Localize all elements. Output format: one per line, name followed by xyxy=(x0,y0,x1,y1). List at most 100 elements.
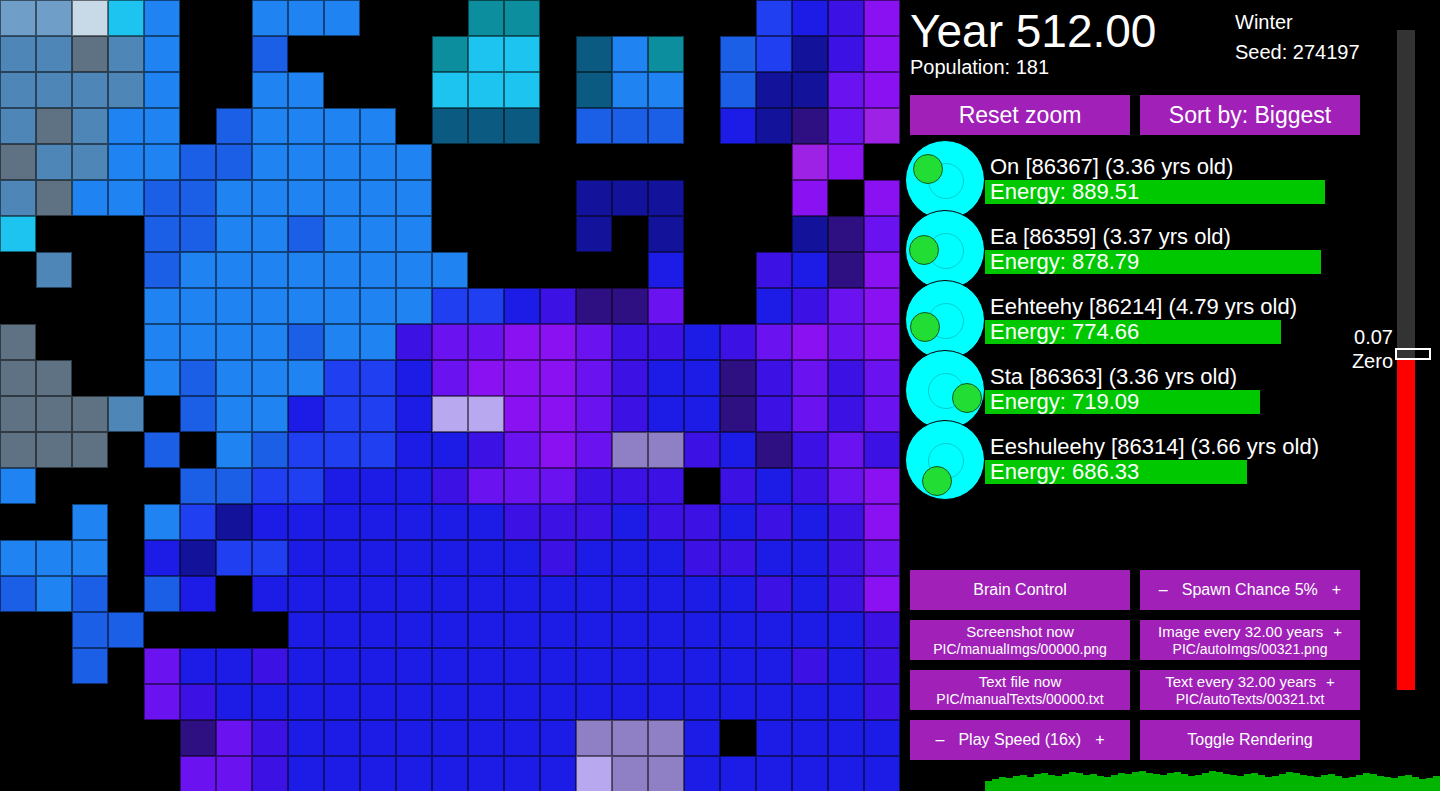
plus-button[interactable]: + xyxy=(1333,623,1342,641)
creature-row[interactable]: Eeshuleehy [86314] (3.66 yrs old)Energy:… xyxy=(910,420,1385,490)
creature-body-icon xyxy=(905,350,985,430)
land-tile xyxy=(0,108,36,144)
land-tile xyxy=(828,288,864,324)
minus-button[interactable]: – xyxy=(1159,580,1168,600)
water-tile xyxy=(72,684,108,720)
graph-bar xyxy=(1202,773,1209,791)
water-tile xyxy=(108,684,144,720)
land-tile xyxy=(360,396,396,432)
land-tile xyxy=(792,720,828,756)
land-tile xyxy=(252,396,288,432)
control-button[interactable]: –Spawn Chance 5%+ xyxy=(1140,570,1360,610)
water-tile xyxy=(684,288,720,324)
world-map[interactable] xyxy=(0,0,900,791)
water-tile xyxy=(36,612,72,648)
plus-button[interactable]: + xyxy=(1326,673,1335,691)
land-tile xyxy=(324,324,360,360)
land-tile xyxy=(792,396,828,432)
land-tile xyxy=(36,108,72,144)
land-tile xyxy=(0,0,36,36)
water-tile xyxy=(144,468,180,504)
land-tile xyxy=(612,684,648,720)
energy-label: Energy: 686.33 xyxy=(985,460,1385,484)
land-tile xyxy=(504,72,540,108)
water-tile xyxy=(684,180,720,216)
land-tile xyxy=(576,72,612,108)
gauge-track: 0.07Zero xyxy=(1397,30,1415,690)
water-tile xyxy=(108,576,144,612)
water-tile xyxy=(36,288,72,324)
land-tile xyxy=(324,684,360,720)
land-tile xyxy=(612,540,648,576)
land-tile xyxy=(720,756,756,791)
land-tile xyxy=(252,216,288,252)
water-tile xyxy=(72,216,108,252)
land-tile xyxy=(216,396,252,432)
land-tile xyxy=(612,72,648,108)
land-tile xyxy=(576,684,612,720)
plus-button[interactable]: + xyxy=(1332,580,1341,600)
land-tile xyxy=(828,684,864,720)
minus-button[interactable]: – xyxy=(936,730,945,750)
land-tile xyxy=(36,36,72,72)
gauge-marker-icon[interactable] xyxy=(1395,348,1431,360)
land-tile xyxy=(576,612,612,648)
land-tile xyxy=(288,180,324,216)
land-tile xyxy=(864,468,900,504)
land-tile xyxy=(216,144,252,180)
land-tile xyxy=(576,396,612,432)
control-button[interactable]: Text every 32.00 years+PIC/autoTexts/003… xyxy=(1140,670,1360,710)
creature-row[interactable]: On [86367] (3.36 yrs old)Energy: 889.51 xyxy=(910,140,1385,210)
water-tile xyxy=(720,0,756,36)
land-tile xyxy=(576,468,612,504)
land-tile xyxy=(468,288,504,324)
land-tile xyxy=(648,252,684,288)
land-tile xyxy=(540,468,576,504)
reset-zoom-button[interactable]: Reset zoom xyxy=(910,95,1130,135)
creature-row[interactable]: Eehteehy [86214] (4.79 yrs old)Energy: 7… xyxy=(910,280,1385,350)
land-tile xyxy=(612,360,648,396)
land-tile xyxy=(216,216,252,252)
water-tile xyxy=(108,252,144,288)
land-tile xyxy=(648,648,684,684)
land-tile xyxy=(684,684,720,720)
control-button[interactable]: Image every 32.00 years+PIC/autoImgs/003… xyxy=(1140,620,1360,660)
land-tile xyxy=(396,288,432,324)
land-tile xyxy=(252,288,288,324)
water-tile xyxy=(540,180,576,216)
graph-bar xyxy=(1300,775,1307,791)
land-tile xyxy=(612,720,648,756)
water-tile xyxy=(540,36,576,72)
water-tile xyxy=(432,180,468,216)
land-tile xyxy=(612,324,648,360)
water-tile xyxy=(72,468,108,504)
water-tile xyxy=(540,72,576,108)
control-button[interactable]: Toggle Rendering xyxy=(1140,720,1360,760)
land-tile xyxy=(108,180,144,216)
plus-button[interactable]: + xyxy=(1095,730,1104,750)
control-button[interactable]: Text file nowPIC/manualTexts/00000.txt xyxy=(910,670,1130,710)
land-tile xyxy=(180,540,216,576)
land-tile xyxy=(180,720,216,756)
creature-row[interactable]: Ea [86359] (3.37 yrs old)Energy: 878.79 xyxy=(910,210,1385,280)
land-tile xyxy=(792,504,828,540)
graph-bar xyxy=(1153,774,1160,791)
water-tile xyxy=(324,36,360,72)
land-tile xyxy=(504,684,540,720)
sort-button[interactable]: Sort by: Biggest xyxy=(1140,95,1360,135)
control-button[interactable]: Screenshot nowPIC/manualImgs/00000.png xyxy=(910,620,1130,660)
water-tile xyxy=(0,252,36,288)
water-tile xyxy=(108,288,144,324)
creature-info: Eeshuleehy [86314] (3.66 yrs old)Energy:… xyxy=(985,420,1385,490)
land-tile xyxy=(252,720,288,756)
land-tile xyxy=(504,288,540,324)
control-button[interactable]: Brain Control xyxy=(910,570,1130,610)
water-tile xyxy=(684,0,720,36)
graph-bar xyxy=(1097,776,1104,791)
land-tile xyxy=(720,468,756,504)
control-button[interactable]: –Play Speed (16x)+ xyxy=(910,720,1130,760)
creature-row[interactable]: Sta [86363] (3.36 yrs old)Energy: 719.09 xyxy=(910,350,1385,420)
land-tile xyxy=(216,432,252,468)
land-tile xyxy=(324,540,360,576)
graph-bar xyxy=(1167,773,1174,791)
